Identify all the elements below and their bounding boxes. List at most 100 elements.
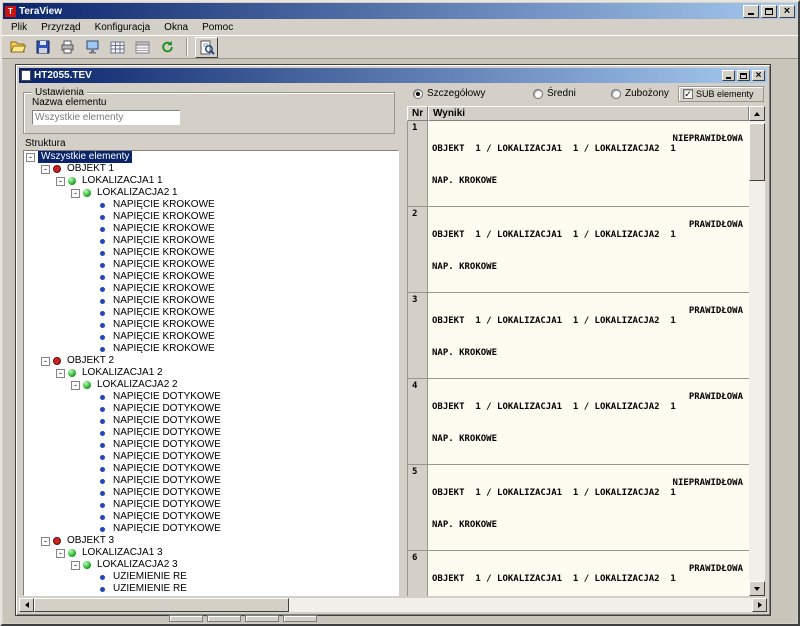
scroll-down-button[interactable] <box>749 581 765 596</box>
tree-item[interactable]: NAPIĘCIE DOTYKOWE <box>24 487 398 499</box>
tree-item[interactable]: NAPIĘCIE DOTYKOWE <box>24 451 398 463</box>
scroll-thumb[interactable] <box>749 123 765 181</box>
tree-item[interactable]: - LOKALIZACJA1 2 <box>24 367 398 379</box>
tree-item[interactable]: NAPIĘCIE KROKOWE <box>24 223 398 235</box>
result-test-name: NAP. KROKOWE <box>432 262 745 273</box>
tree-expander-icon[interactable]: - <box>56 549 65 558</box>
child-close-button[interactable]: × <box>752 70 765 81</box>
menu-pomoc[interactable]: Pomoc <box>195 21 240 34</box>
minimized-window[interactable] <box>245 615 279 622</box>
result-row[interactable]: 4 OBJEKT 1 / LOKALIZACJA1 1 / LOKALIZACJ… <box>408 379 749 465</box>
tree-item[interactable]: NAPIĘCIE KROKOWE <box>24 211 398 223</box>
tree-item[interactable]: NAPIĘCIE KROKOWE <box>24 343 398 355</box>
radio-sredni[interactable]: Średni <box>533 88 576 99</box>
tree-node-icon <box>100 491 105 496</box>
tree-expander-icon[interactable]: - <box>71 561 80 570</box>
tree-item[interactable]: - LOKALIZACJA2 1 <box>24 187 398 199</box>
child-titlebar[interactable]: HT2055.TEV × <box>19 68 767 83</box>
tree-item[interactable]: NAPIĘCIE DOTYKOWE <box>24 415 398 427</box>
menu-konfiguracja[interactable]: Konfiguracja <box>88 21 158 34</box>
scroll-left-button[interactable] <box>19 598 34 612</box>
close-button[interactable]: × <box>779 5 795 18</box>
radio-szczegolowy[interactable]: Szczegółowy <box>413 88 485 99</box>
minimized-window[interactable] <box>283 615 317 622</box>
tree-expander-icon[interactable]: - <box>56 177 65 186</box>
tree-item[interactable]: NAPIĘCIE KROKOWE <box>24 259 398 271</box>
main-titlebar[interactable]: T TeraView × <box>3 3 797 19</box>
open-button[interactable] <box>6 37 29 58</box>
tree-item[interactable]: NAPIĘCIE KROKOWE <box>24 283 398 295</box>
print-preview-button[interactable] <box>195 37 218 58</box>
close-icon: × <box>784 6 790 16</box>
result-row[interactable]: 5 OBJEKT 1 / LOKALIZACJA1 1 / LOKALIZACJ… <box>408 465 749 551</box>
tree-item[interactable]: NAPIĘCIE DOTYKOWE <box>24 403 398 415</box>
tree-item[interactable]: - OBJEKT 2 <box>24 355 398 367</box>
tree-item[interactable]: NAPIĘCIE KROKOWE <box>24 247 398 259</box>
hscroll-thumb[interactable] <box>34 598 289 612</box>
tree-item[interactable]: - LOKALIZACJA2 2 <box>24 379 398 391</box>
tree-item[interactable]: NAPIĘCIE KROKOWE <box>24 271 398 283</box>
tree-expander-icon[interactable]: - <box>41 165 50 174</box>
menu-plik[interactable]: Plik <box>4 21 34 34</box>
result-row[interactable]: 2 OBJEKT 1 / LOKALIZACJA1 1 / LOKALIZACJ… <box>408 207 749 293</box>
tree-item[interactable]: NAPIĘCIE DOTYKOWE <box>24 427 398 439</box>
results-scrollbar[interactable] <box>749 106 765 596</box>
tree-item[interactable]: - LOKALIZACJA1 1 <box>24 175 398 187</box>
tree-node-label: NAPIĘCIE DOTYKOWE <box>110 475 224 487</box>
result-row[interactable]: 1 OBJEKT 1 / LOKALIZACJA1 1 / LOKALIZACJ… <box>408 121 749 207</box>
menu-przyrzad[interactable]: Przyrząd <box>34 21 87 34</box>
maximize-button[interactable] <box>761 5 777 18</box>
minimize-button[interactable] <box>743 5 759 18</box>
tree-item[interactable]: NAPIĘCIE KROKOWE <box>24 319 398 331</box>
tree-item[interactable]: NAPIĘCIE DOTYKOWE <box>24 511 398 523</box>
minimized-window[interactable] <box>169 615 203 622</box>
element-name-input[interactable] <box>32 110 180 125</box>
tree-node-icon <box>100 239 105 244</box>
tree-item[interactable]: NAPIĘCIE DOTYKOWE <box>24 463 398 475</box>
scroll-right-button[interactable] <box>752 598 767 612</box>
horizontal-scrollbar[interactable] <box>19 598 767 612</box>
tree-item[interactable]: - LOKALIZACJA1 3 <box>24 547 398 559</box>
minimized-window[interactable] <box>207 615 241 622</box>
child-restore-button[interactable] <box>737 70 750 81</box>
instrument-button[interactable] <box>81 37 104 58</box>
tree-node-icon <box>100 515 105 520</box>
tree-item[interactable]: NAPIĘCIE KROKOWE <box>24 295 398 307</box>
tree-item[interactable]: - OBJEKT 1 <box>24 163 398 175</box>
refresh-button[interactable] <box>156 37 179 58</box>
tree-item[interactable]: NAPIĘCIE KROKOWE <box>24 199 398 211</box>
menu-okna[interactable]: Okna <box>157 21 195 34</box>
result-row[interactable]: 6 OBJEKT 1 / LOKALIZACJA1 1 / LOKALIZACJ… <box>408 551 749 596</box>
tree-item[interactable]: NAPIĘCIE DOTYKOWE <box>24 439 398 451</box>
tree-item[interactable]: NAPIĘCIE DOTYKOWE <box>24 391 398 403</box>
tree-item[interactable]: - OBJEKT 3 <box>24 535 398 547</box>
tree-node-icon <box>100 275 105 280</box>
print-button[interactable] <box>56 37 79 58</box>
tree-node-label: NAPIĘCIE KROKOWE <box>110 211 218 223</box>
tree-expander-icon[interactable]: - <box>56 369 65 378</box>
tree-item[interactable]: NAPIĘCIE KROKOWE <box>24 331 398 343</box>
tree-item[interactable]: NAPIĘCIE DOTYKOWE <box>24 475 398 487</box>
result-row[interactable]: 3 OBJEKT 1 / LOKALIZACJA1 1 / LOKALIZACJ… <box>408 293 749 379</box>
tree-item[interactable]: NAPIĘCIE KROKOWE <box>24 307 398 319</box>
tree-expander-icon[interactable]: - <box>71 189 80 198</box>
tree-item[interactable]: - Wszystkie elementy <box>24 151 398 163</box>
tree-expander-icon[interactable]: - <box>41 357 50 366</box>
save-button[interactable] <box>31 37 54 58</box>
scroll-up-button[interactable] <box>749 106 765 121</box>
tree-item[interactable]: NAPIĘCIE DOTYKOWE <box>24 499 398 511</box>
child-minimize-button[interactable] <box>722 70 735 81</box>
tree-expander-icon[interactable]: - <box>71 381 80 390</box>
tree-item[interactable]: UZIEMIENIE RE <box>24 583 398 595</box>
tree-item[interactable]: NAPIĘCIE DOTYKOWE <box>24 523 398 535</box>
form-view-button[interactable] <box>131 37 154 58</box>
tree-item[interactable]: UZIEMIENIE RE <box>24 595 398 596</box>
sub-elementy-toggle[interactable]: ✓ SUB elementy <box>678 86 764 102</box>
table-view-button[interactable] <box>106 37 129 58</box>
tree-expander-icon[interactable]: - <box>41 537 50 546</box>
radio-zubozony[interactable]: Zubożony <box>611 88 669 99</box>
tree-expander-icon[interactable]: - <box>26 153 35 162</box>
tree-item[interactable]: - LOKALIZACJA2 3 <box>24 559 398 571</box>
tree-item[interactable]: UZIEMIENIE RE <box>24 571 398 583</box>
tree-item[interactable]: NAPIĘCIE KROKOWE <box>24 235 398 247</box>
